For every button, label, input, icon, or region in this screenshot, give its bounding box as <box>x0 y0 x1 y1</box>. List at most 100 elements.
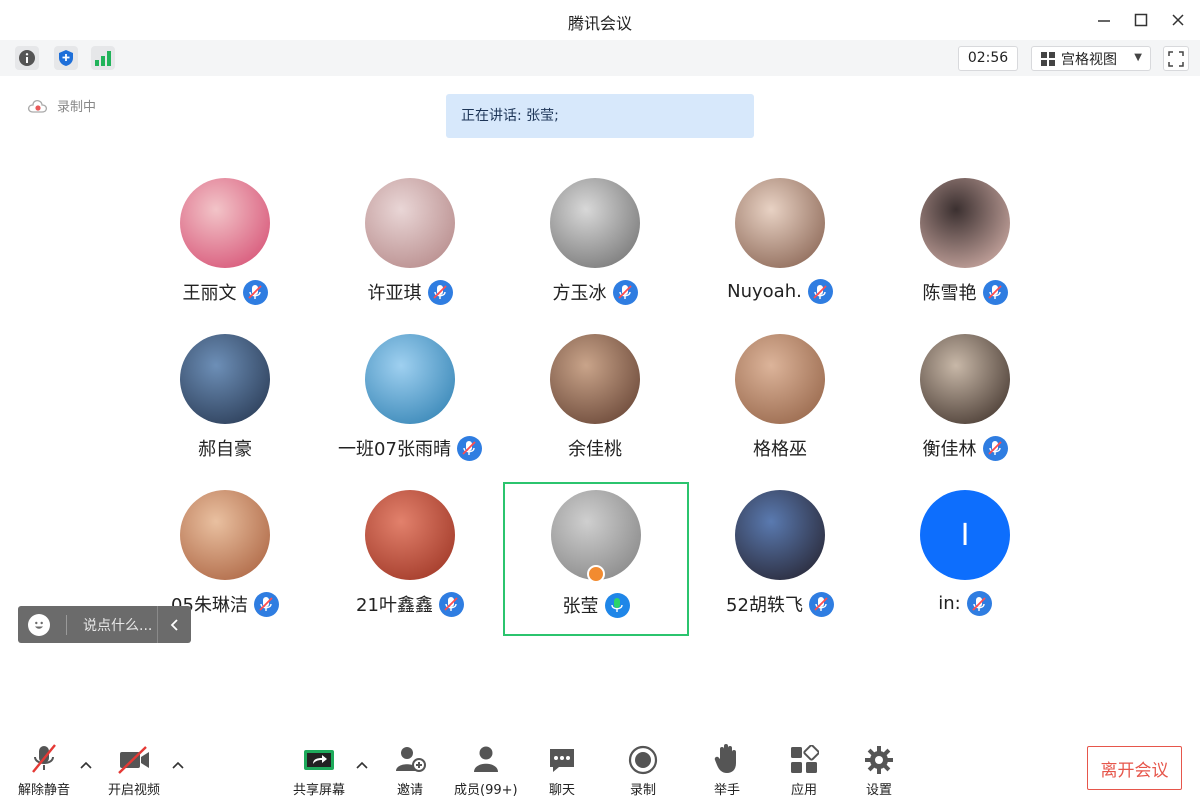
members-button[interactable]: 成员(99+) <box>454 743 518 798</box>
unmute-button[interactable]: 解除静音 <box>18 743 70 798</box>
settings-label: 设置 <box>865 783 892 798</box>
leave-meeting-button[interactable]: 离开会议 <box>1087 746 1182 790</box>
meeting-toolbar: 02:56 宫格视图 ▼ <box>0 40 1200 76</box>
unmute-label: 解除静音 <box>18 783 71 798</box>
participant-name-row: 王丽文 <box>132 279 318 305</box>
view-mode-label: 宫格视图 <box>1061 51 1117 68</box>
apps-label: 应用 <box>790 783 817 798</box>
maximize-button[interactable] <box>1129 8 1153 32</box>
active-speaker-banner: 正在讲话: 张莹; <box>446 94 754 138</box>
participant-tile[interactable]: 衡佳林 <box>872 334 1058 492</box>
chevron-left-icon <box>170 618 178 631</box>
security-button[interactable] <box>54 46 78 70</box>
raise-hand-button[interactable]: 举手 <box>713 743 741 798</box>
participant-name: 21叶鑫鑫 <box>356 595 433 616</box>
participant-name: 许亚琪 <box>367 283 422 304</box>
participant-name: 张莹 <box>562 596 599 617</box>
participant-tile[interactable]: 21叶鑫鑫 <box>317 490 503 648</box>
participant-name: in: <box>938 593 961 614</box>
share-screen-icon <box>304 750 334 770</box>
participant-tile[interactable]: 52胡轶飞 <box>687 490 873 648</box>
window-title: 腾讯会议 <box>567 14 632 33</box>
network-status-button[interactable] <box>91 46 115 70</box>
minimize-button[interactable] <box>1092 8 1116 32</box>
participant-tile[interactable]: 格格巫 <box>687 334 873 492</box>
participant-tile[interactable]: 张莹 <box>503 482 689 636</box>
signal-bars-icon <box>95 51 111 66</box>
chevron-up-icon[interactable] <box>172 761 184 769</box>
participant-name: 余佳桃 <box>568 439 622 460</box>
close-button[interactable] <box>1166 8 1190 32</box>
mic-muted-icon <box>253 591 279 617</box>
chat-quick-input[interactable]: 说点什么... <box>18 606 191 643</box>
mic-muted-icon <box>808 591 834 617</box>
mic-muted-icon <box>966 591 992 616</box>
avatar <box>920 178 1010 268</box>
title-bar: 腾讯会议 <box>0 0 1200 40</box>
avatar <box>180 334 270 424</box>
collapse-chat-button[interactable] <box>157 606 191 643</box>
participant-name-row: 21叶鑫鑫 <box>317 591 503 617</box>
invite-button[interactable]: 邀请 <box>394 743 426 798</box>
participant-tile[interactable]: 许亚琪 <box>317 178 503 336</box>
grid-view-icon <box>1041 51 1055 66</box>
participant-tile[interactable]: Iin: <box>872 490 1058 648</box>
chevron-down-icon: ▼ <box>1134 52 1142 63</box>
raise-hand-icon <box>714 744 736 773</box>
participant-tile[interactable]: Nuyoah. <box>687 178 873 336</box>
avatar <box>735 178 825 268</box>
fullscreen-icon <box>1168 50 1184 67</box>
participant-name-row: 余佳桃 <box>502 435 688 461</box>
chat-button[interactable]: 聊天 <box>547 743 577 798</box>
avatar <box>550 334 640 424</box>
participant-tile[interactable]: 陈雪艳 <box>872 178 1058 336</box>
mic-muted-icon <box>982 435 1008 461</box>
participant-name: 衡佳林 <box>922 439 977 460</box>
participant-name: 王丽文 <box>182 283 237 304</box>
mic-muted-icon <box>612 279 638 305</box>
avatar <box>365 490 455 580</box>
fullscreen-button[interactable] <box>1163 46 1189 71</box>
participant-name: 方玉冰 <box>552 283 607 304</box>
gear-icon <box>865 746 893 774</box>
share-screen-label: 共享屏幕 <box>293 783 346 798</box>
apps-button[interactable]: 应用 <box>789 743 819 798</box>
participant-tile[interactable]: 一班07张雨晴 <box>317 334 503 492</box>
participant-name-row: 张莹 <box>505 592 687 618</box>
mic-muted-icon <box>242 279 268 305</box>
mic-muted-icon <box>438 591 464 617</box>
mic-muted-icon <box>982 279 1008 305</box>
avatar <box>920 334 1010 424</box>
participant-tile[interactable]: 方玉冰 <box>502 178 688 336</box>
avatar <box>551 490 641 583</box>
participant-name-row: 一班07张雨晴 <box>317 435 503 461</box>
info-button[interactable] <box>15 46 39 70</box>
members-label: 成员(99+) <box>454 783 518 798</box>
chevron-up-icon[interactable] <box>80 761 92 769</box>
info-icon <box>19 50 35 66</box>
start-video-button[interactable]: 开启视频 <box>108 743 160 798</box>
start-video-label: 开启视频 <box>108 783 161 798</box>
raise-hand-label: 举手 <box>713 783 740 798</box>
participant-tile[interactable]: 王丽文 <box>132 178 318 336</box>
record-label: 录制 <box>629 783 656 798</box>
participant-name: 陈雪艳 <box>922 283 977 304</box>
bottom-control-bar: 解除静音 开启视频 共享屏幕 邀请 成员(99+) 聊天 录制 举手 应用 设置 <box>0 735 1200 800</box>
share-screen-button[interactable]: 共享屏幕 <box>293 743 345 798</box>
cloud-record-icon <box>27 99 48 113</box>
record-button[interactable]: 录制 <box>628 743 658 798</box>
participant-tile[interactable]: 余佳桃 <box>502 334 688 492</box>
apps-icon <box>791 745 819 773</box>
mic-muted-icon <box>807 279 833 304</box>
members-icon <box>473 746 498 772</box>
add-user-icon <box>396 747 426 772</box>
participant-name: 格格巫 <box>753 439 807 460</box>
avatar <box>180 178 270 268</box>
view-mode-select[interactable]: 宫格视图 ▼ <box>1031 46 1151 71</box>
participant-name: 52胡轶飞 <box>726 595 803 616</box>
settings-button[interactable]: 设置 <box>864 743 894 798</box>
participant-name-row: 52胡轶飞 <box>687 591 873 617</box>
emoji-icon[interactable] <box>28 613 50 636</box>
participant-tile[interactable]: 郝自豪 <box>132 334 318 492</box>
chevron-up-icon[interactable] <box>356 761 368 769</box>
